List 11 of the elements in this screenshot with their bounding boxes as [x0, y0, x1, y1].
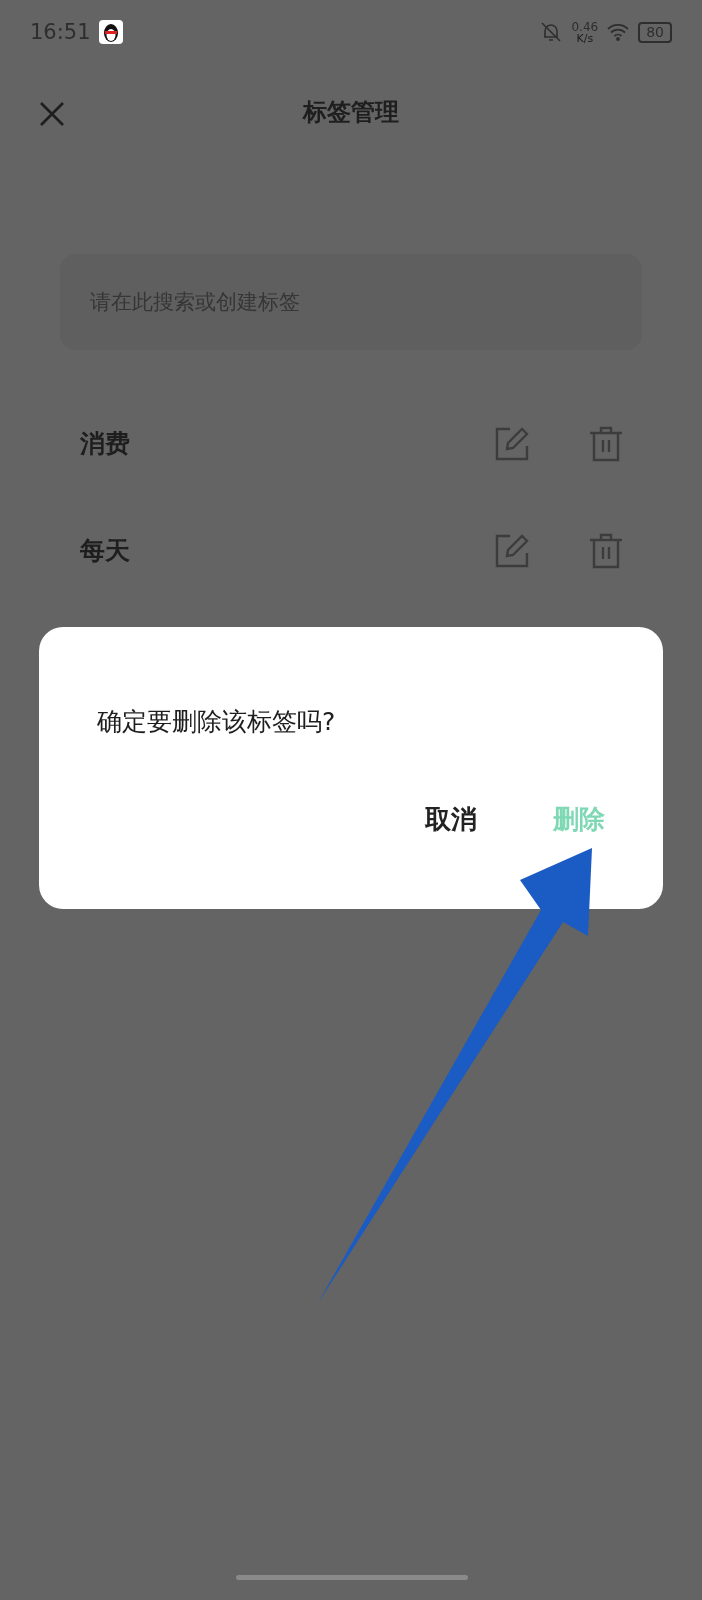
- trash-icon[interactable]: [588, 425, 624, 462]
- dialog-message: 确定要删除该标签吗?: [97, 706, 336, 738]
- close-icon[interactable]: [38, 100, 66, 128]
- cancel-button[interactable]: 取消: [425, 802, 477, 837]
- tag-name: 每天: [80, 535, 131, 567]
- app-icon: [98, 20, 123, 44]
- trash-icon[interactable]: [588, 532, 624, 569]
- page-title: 标签管理: [303, 97, 399, 128]
- edit-icon[interactable]: [494, 532, 530, 569]
- tag-name: 消费: [80, 428, 131, 460]
- edit-icon[interactable]: [494, 425, 530, 462]
